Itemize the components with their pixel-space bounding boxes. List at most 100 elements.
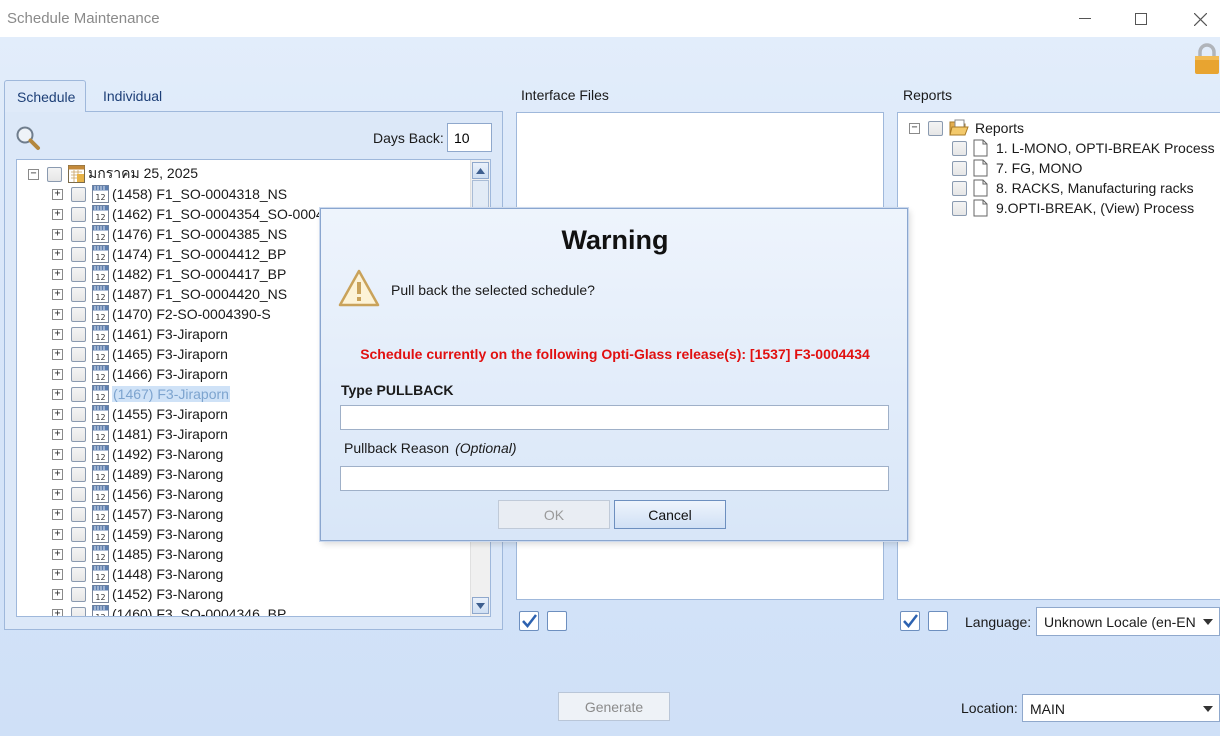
list-item[interactable]: +12 (1457) F3-Narong — [52, 504, 223, 524]
report-item[interactable]: 8. RACKS, Manufacturing racks — [952, 178, 1194, 198]
item-checkbox[interactable] — [71, 426, 86, 442]
type-pullback-input[interactable] — [340, 405, 889, 430]
item-checkbox[interactable] — [71, 306, 86, 322]
list-item[interactable]: +12 (1455) F3-Jiraporn — [52, 404, 228, 424]
report-item[interactable]: 9.OPTI-BREAK, (View) Process — [952, 198, 1194, 218]
item-checkbox[interactable] — [71, 266, 86, 282]
interface-select-all-checkbox[interactable] — [519, 611, 539, 631]
expand-icon[interactable]: + — [52, 268, 63, 280]
close-icon[interactable] — [1188, 8, 1212, 30]
expand-icon[interactable]: + — [52, 248, 63, 260]
list-item[interactable]: +12 (1460) F3_SO-0004346_BP — [52, 604, 286, 616]
expand-icon[interactable]: + — [52, 488, 63, 500]
item-checkbox[interactable] — [71, 506, 86, 522]
expand-icon[interactable]: + — [52, 448, 63, 460]
scroll-down-icon[interactable] — [472, 597, 489, 614]
item-checkbox[interactable] — [71, 466, 86, 482]
reports-root[interactable]: − Reports — [909, 118, 1024, 138]
list-item[interactable]: +12 (1466) F3-Jiraporn — [52, 364, 228, 384]
search-icon[interactable] — [15, 125, 41, 151]
item-checkbox[interactable] — [71, 606, 86, 616]
tab-individual[interactable]: Individual — [91, 80, 179, 112]
expand-icon[interactable]: + — [52, 508, 63, 520]
item-checkbox[interactable] — [71, 386, 86, 402]
language-select[interactable]: Unknown Locale (en-EN — [1036, 607, 1220, 636]
item-checkbox[interactable] — [71, 346, 86, 362]
item-checkbox[interactable] — [71, 326, 86, 342]
collapse-icon[interactable]: − — [909, 122, 920, 134]
list-item[interactable]: +12 (1458) F1_SO-0004318_NS — [52, 184, 287, 204]
expand-icon[interactable]: + — [52, 288, 63, 300]
expand-icon[interactable]: + — [52, 408, 63, 420]
expand-icon[interactable]: + — [52, 608, 63, 616]
list-item[interactable]: +12 (1487) F1_SO-0004420_NS — [52, 284, 287, 304]
lock-icon[interactable] — [1194, 43, 1220, 75]
cancel-button[interactable]: Cancel — [614, 500, 726, 529]
list-item[interactable]: +12 (1476) F1_SO-0004385_NS — [52, 224, 287, 244]
item-checkbox[interactable] — [71, 586, 86, 602]
expand-icon[interactable]: + — [52, 328, 63, 340]
expand-icon[interactable]: + — [52, 568, 63, 580]
reports-tree[interactable]: − Reports 1. L-MONO, OPTI-BREAK Process 7… — [897, 112, 1220, 600]
item-checkbox[interactable] — [71, 566, 86, 582]
reports-root-checkbox[interactable] — [928, 120, 943, 136]
item-checkbox[interactable] — [71, 186, 86, 202]
report-item[interactable]: 1. L-MONO, OPTI-BREAK Process — [952, 138, 1215, 158]
minimize-icon[interactable] — [1073, 8, 1097, 30]
expand-icon[interactable]: + — [52, 428, 63, 440]
list-item[interactable]: +12 (1452) F3-Narong — [52, 584, 223, 604]
maximize-icon[interactable] — [1129, 8, 1153, 30]
item-checkbox[interactable] — [71, 286, 86, 302]
item-checkbox[interactable] — [71, 246, 86, 262]
expand-icon[interactable]: + — [52, 588, 63, 600]
list-item[interactable]: +12 (1470) F2-SO-0004390-S — [52, 304, 271, 324]
reports-select-all-checkbox[interactable] — [900, 611, 920, 631]
list-item[interactable]: +12 (1456) F3-Narong — [52, 484, 223, 504]
item-checkbox[interactable] — [71, 206, 86, 222]
list-item[interactable]: +12 (1485) F3-Narong — [52, 544, 223, 564]
scroll-thumb[interactable] — [472, 180, 489, 210]
expand-icon[interactable]: + — [52, 308, 63, 320]
ok-button[interactable]: OK — [498, 500, 610, 529]
list-item[interactable]: +12 (1462) F1_SO-0004354_SO-0004 — [52, 204, 324, 224]
item-checkbox[interactable] — [71, 366, 86, 382]
expand-icon[interactable]: + — [52, 548, 63, 560]
item-checkbox[interactable] — [71, 486, 86, 502]
list-item[interactable]: +12 (1474) F1_SO-0004412_BP — [52, 244, 286, 264]
list-item[interactable]: +12 (1448) F3-Narong — [52, 564, 223, 584]
item-checkbox[interactable] — [71, 406, 86, 422]
list-item[interactable]: +12 (1481) F3-Jiraporn — [52, 424, 228, 444]
list-item[interactable]: +12 (1482) F1_SO-0004417_BP — [52, 264, 286, 284]
collapse-icon[interactable]: − — [28, 168, 39, 180]
expand-icon[interactable]: + — [52, 388, 63, 400]
expand-icon[interactable]: + — [52, 348, 63, 360]
days-back-input[interactable] — [447, 123, 492, 152]
reports-clear-checkbox[interactable] — [928, 611, 948, 631]
report-checkbox[interactable] — [952, 140, 967, 156]
pullback-reason-input[interactable] — [340, 466, 889, 491]
interface-clear-checkbox[interactable] — [547, 611, 567, 631]
report-item[interactable]: 7. FG, MONO — [952, 158, 1082, 178]
scroll-up-icon[interactable] — [472, 162, 489, 179]
list-item[interactable]: +12 (1459) F3-Narong — [52, 524, 223, 544]
tree-root[interactable]: − มกราคม 25, 2025 — [28, 164, 198, 184]
report-checkbox[interactable] — [952, 200, 967, 216]
expand-icon[interactable]: + — [52, 208, 63, 220]
expand-icon[interactable]: + — [52, 368, 63, 380]
item-checkbox[interactable] — [71, 526, 86, 542]
report-checkbox[interactable] — [952, 180, 967, 196]
list-item[interactable]: +12 (1492) F3-Narong — [52, 444, 223, 464]
item-checkbox[interactable] — [71, 546, 86, 562]
expand-icon[interactable]: + — [52, 528, 63, 540]
expand-icon[interactable]: + — [52, 468, 63, 480]
list-item[interactable]: +12 (1465) F3-Jiraporn — [52, 344, 228, 364]
expand-icon[interactable]: + — [52, 188, 63, 200]
expand-icon[interactable]: + — [52, 228, 63, 240]
report-checkbox[interactable] — [952, 160, 967, 176]
list-item[interactable]: +12 (1467) F3-Jiraporn — [52, 384, 230, 404]
location-select[interactable]: MAIN — [1022, 694, 1220, 722]
generate-button[interactable]: Generate — [558, 692, 670, 721]
item-checkbox[interactable] — [71, 226, 86, 242]
tab-schedule[interactable]: Schedule — [4, 80, 86, 112]
item-checkbox[interactable] — [71, 446, 86, 462]
